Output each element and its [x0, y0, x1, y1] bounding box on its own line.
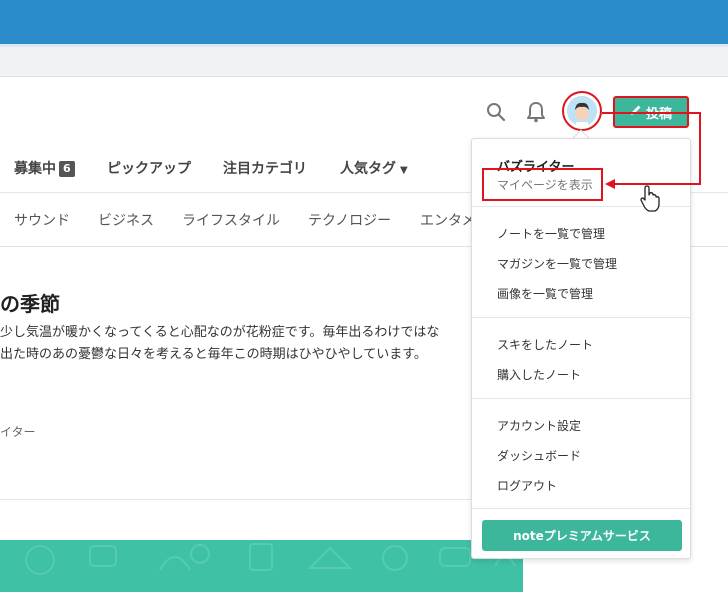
- article-author[interactable]: イター: [0, 423, 36, 440]
- divider: [472, 317, 690, 318]
- account-dropdown: バズライター マイページを表示 ノートを一覧で管理 マガジンを一覧で管理 画像を…: [471, 138, 691, 559]
- divider: [472, 206, 690, 207]
- menu-item-logout[interactable]: ログアウト: [497, 477, 557, 494]
- article-excerpt-line: 少し気温が暖かくなってくると心配なのが花粉症です。毎年出るわけではな: [0, 325, 440, 340]
- category-business[interactable]: ビジネス: [98, 210, 154, 230]
- screen: 投稿 募集中 6 ピックアップ 注目カテゴリ 人気タグ ▼ サウンド ビジネス ライ…: [0, 0, 728, 592]
- avatar-button[interactable]: [562, 91, 602, 131]
- browser-address-bar[interactable]: [0, 44, 728, 77]
- mypage-link[interactable]: マイページを表示: [482, 168, 603, 201]
- category-entertainment[interactable]: エンタメ: [420, 210, 476, 230]
- article-title[interactable]: の季節: [0, 288, 60, 317]
- nav-pickup[interactable]: ピックアップ: [107, 158, 191, 178]
- nav-pickup-label: ピックアップ: [107, 161, 191, 177]
- nav-popular-tags-label: 人気タグ: [340, 161, 396, 177]
- avatar: [567, 96, 597, 126]
- article-excerpt: 少し気温が暖かくなってくると心配なのが花粉症です。毎年出るわけではな 出た時のあ…: [0, 322, 520, 366]
- nav-recruiting[interactable]: 募集中 6: [14, 158, 75, 178]
- nav-recruiting-label: 募集中: [14, 161, 56, 177]
- menu-item-manage-images[interactable]: 画像を一覧で管理: [497, 285, 593, 302]
- nav-featured-categories-label: 注目カテゴリ: [223, 161, 307, 177]
- divider: [0, 499, 520, 500]
- category-technology[interactable]: テクノロジー: [308, 210, 391, 230]
- premium-service-button[interactable]: noteプレミアムサービス: [482, 520, 682, 551]
- menu-item-manage-notes[interactable]: ノートを一覧で管理: [497, 225, 605, 242]
- chevron-down-icon: ▼: [400, 165, 408, 176]
- post-button-label: 投稿: [645, 106, 672, 122]
- bell-icon[interactable]: [524, 100, 548, 124]
- browser-title-bar: [0, 0, 728, 44]
- menu-item-manage-magazines[interactable]: マガジンを一覧で管理: [497, 255, 617, 272]
- search-icon[interactable]: [484, 100, 508, 124]
- count-badge: 6: [59, 161, 75, 177]
- menu-item-purchased-notes[interactable]: 購入したノート: [497, 366, 581, 383]
- category-sound[interactable]: サウンド: [14, 210, 70, 230]
- menu-item-liked-notes[interactable]: スキをしたノート: [497, 336, 593, 353]
- divider: [472, 508, 690, 509]
- post-button[interactable]: 投稿: [613, 96, 689, 128]
- article-excerpt-line: 出た時のあの憂鬱な日々を考えると毎年この時期はひやひやしています。: [0, 347, 427, 362]
- nav-popular-tags[interactable]: 人気タグ ▼: [340, 158, 408, 178]
- pencil-icon: [630, 104, 642, 120]
- menu-item-account-settings[interactable]: アカウント設定: [497, 417, 581, 434]
- divider: [472, 398, 690, 399]
- decorative-banner: [0, 540, 523, 592]
- category-lifestyle[interactable]: ライフスタイル: [182, 210, 280, 230]
- menu-item-dashboard[interactable]: ダッシュボード: [497, 447, 581, 464]
- nav-featured-categories[interactable]: 注目カテゴリ: [223, 158, 307, 178]
